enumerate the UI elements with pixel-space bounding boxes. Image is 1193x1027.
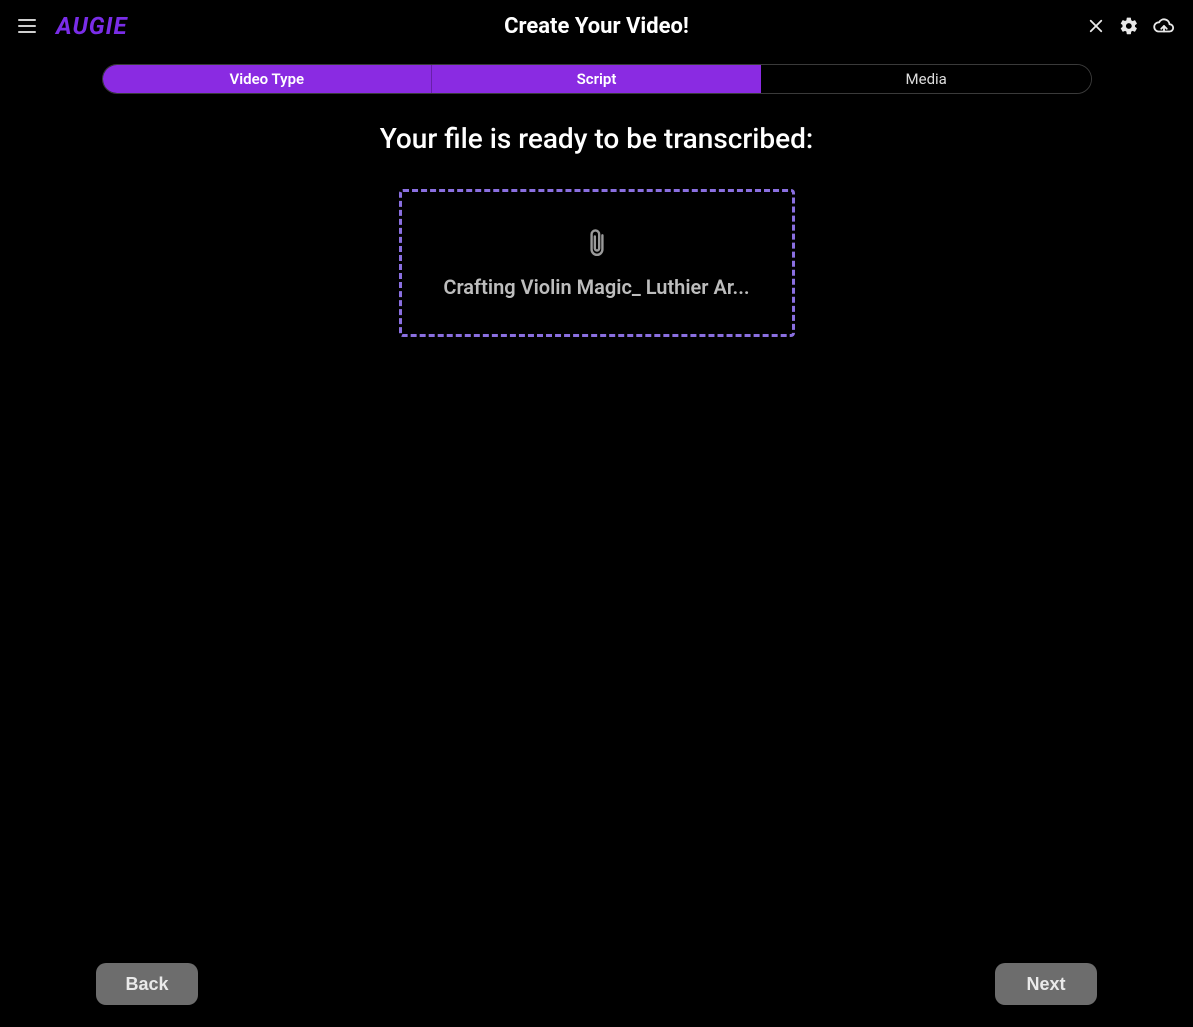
menu-icon[interactable] bbox=[18, 15, 40, 37]
back-button[interactable]: Back bbox=[96, 963, 198, 1005]
step-video-type[interactable]: Video Type bbox=[103, 65, 432, 93]
cloud-upload-icon[interactable] bbox=[1153, 15, 1175, 37]
brand-logo[interactable]: AUGIE bbox=[56, 12, 128, 40]
step-media[interactable]: Media bbox=[761, 65, 1091, 93]
paperclip-icon bbox=[584, 227, 610, 261]
next-button[interactable]: Next bbox=[995, 963, 1097, 1005]
close-icon[interactable] bbox=[1087, 17, 1105, 35]
header-actions bbox=[1087, 15, 1175, 37]
gear-icon[interactable] bbox=[1119, 16, 1139, 36]
progress-stepper: Video Type Script Media bbox=[102, 64, 1092, 94]
step-label: Video Type bbox=[230, 70, 305, 88]
step-label: Media bbox=[906, 70, 947, 88]
app-header: AUGIE Create Your Video! bbox=[0, 0, 1193, 52]
page-title: Create Your Video! bbox=[504, 14, 689, 39]
file-dropzone[interactable]: Crafting Violin Magic_ Luthier Ar... bbox=[399, 189, 795, 337]
section-heading: Your file is ready to be transcribed: bbox=[380, 122, 814, 155]
footer-actions: Back Next bbox=[0, 963, 1193, 1005]
step-script[interactable]: Script bbox=[431, 65, 761, 93]
attached-filename: Crafting Violin Magic_ Luthier Ar... bbox=[443, 275, 749, 299]
step-label: Script bbox=[577, 70, 617, 88]
main-content: Your file is ready to be transcribed: Cr… bbox=[0, 94, 1193, 337]
